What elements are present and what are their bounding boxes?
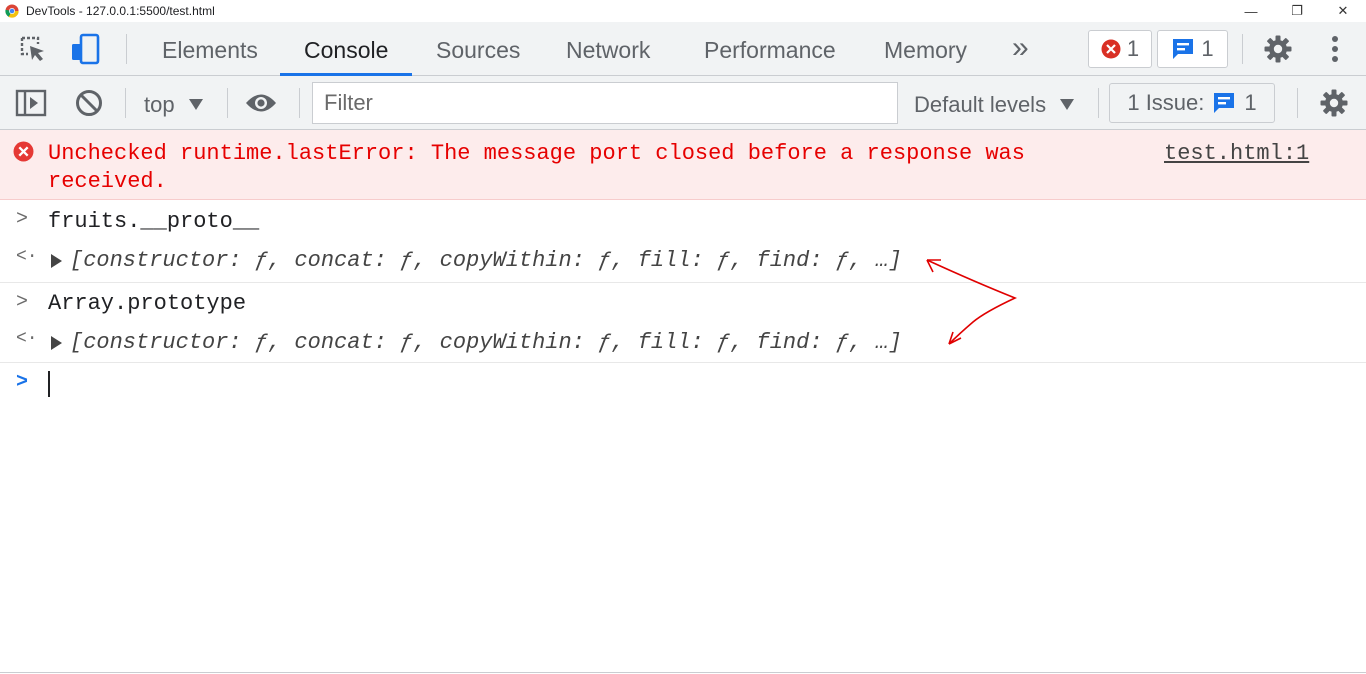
gear-icon	[1264, 35, 1292, 63]
live-expression-button[interactable]	[244, 86, 278, 120]
error-source-link[interactable]: test.html:1	[1164, 140, 1309, 168]
device-mode-icon	[72, 33, 100, 65]
issues-count: 1	[1244, 90, 1257, 115]
tab-memory[interactable]: Memory	[882, 22, 969, 75]
tab-sources[interactable]: Sources	[434, 22, 522, 75]
error-message-row: Unchecked runtime.lastError: The message…	[0, 130, 1366, 200]
dropdown-arrow-icon	[1060, 99, 1075, 110]
input-prompt-icon: >	[16, 291, 29, 314]
log-levels-dropdown[interactable]: Default levels	[914, 84, 1075, 122]
toolbar-divider	[1098, 88, 1099, 118]
device-toolbar-button[interactable]	[68, 32, 102, 66]
settings-button[interactable]	[1261, 32, 1295, 66]
window-title-bar: DevTools - 127.0.0.1:5500/test.html — ❐ …	[0, 0, 1366, 22]
more-tabs-button[interactable]: »	[1010, 22, 1031, 75]
console-settings-button[interactable]	[1317, 86, 1351, 120]
input-prompt-icon: >	[16, 208, 29, 231]
context-selector[interactable]: top	[144, 84, 203, 122]
annotation-arrows	[926, 259, 1018, 345]
tab-performance[interactable]: Performance	[702, 22, 838, 75]
console-input-text: fruits.__proto__	[48, 209, 260, 234]
result-arrow-icon: <·	[16, 247, 38, 267]
gear-icon	[1320, 89, 1348, 117]
log-levels-label: Default levels	[914, 92, 1047, 117]
console-messages[interactable]: Unchecked runtime.lastError: The message…	[0, 130, 1366, 674]
tab-network[interactable]: Network	[564, 22, 652, 75]
console-result-row: <· [constructor: ƒ, concat: ƒ, copyWithi…	[0, 241, 1366, 283]
show-sidebar-button[interactable]	[14, 86, 48, 120]
issues-button[interactable]: 1 Issue: 1	[1109, 83, 1275, 123]
console-input-text: Array.prototype	[48, 291, 247, 316]
issues-label: 1 Issue:	[1127, 90, 1205, 115]
toolbar-divider	[1297, 88, 1298, 118]
toolbar-divider	[299, 88, 300, 118]
kebab-menu-icon	[1332, 36, 1338, 62]
toolbar-divider	[125, 88, 126, 118]
restore-button[interactable]: ❐	[1274, 0, 1320, 22]
chrome-icon	[5, 4, 19, 18]
error-count: 1	[1126, 36, 1140, 61]
dropdown-arrow-icon	[188, 99, 203, 110]
result-arrow-icon: <·	[16, 329, 38, 349]
close-window-button[interactable]: ✕	[1320, 0, 1366, 22]
active-prompt-icon: >	[16, 371, 29, 394]
tab-elements[interactable]: Elements	[160, 22, 260, 75]
console-input-row: > fruits.__proto__	[0, 200, 1366, 241]
minimize-button[interactable]: —	[1228, 0, 1274, 22]
window-title: DevTools - 127.0.0.1:5500/test.html	[26, 4, 215, 18]
customize-menu-button[interactable]	[1318, 32, 1352, 66]
sidebar-toggle-icon	[15, 89, 47, 117]
bottom-border	[0, 672, 1366, 673]
issue-message-icon	[1214, 93, 1235, 113]
error-message-text: Unchecked runtime.lastError: The message…	[48, 141, 1025, 194]
clear-console-button[interactable]	[72, 86, 106, 120]
tab-console[interactable]: Console	[302, 22, 390, 75]
context-selector-label: top	[144, 92, 175, 117]
console-toolbar: top Default levels 1 Issue: 1	[0, 76, 1366, 130]
message-count: 1	[1201, 36, 1214, 61]
text-caret	[48, 371, 50, 397]
toolbar-divider	[227, 88, 228, 118]
console-result-text[interactable]: [constructor: ƒ, concat: ƒ, copyWithin: …	[70, 330, 902, 355]
console-input-row: > Array.prototype	[0, 283, 1366, 323]
devtools-main-toolbar: Elements Console Sources Network Perform…	[0, 22, 1366, 76]
filter-input[interactable]	[322, 83, 886, 123]
expand-triangle-icon[interactable]	[51, 336, 62, 350]
toolbar-divider	[126, 34, 127, 64]
clear-icon	[76, 90, 102, 116]
console-prompt-row[interactable]: >	[0, 363, 1366, 403]
message-icon	[1173, 39, 1194, 59]
console-result-row: <· [constructor: ƒ, concat: ƒ, copyWithi…	[0, 323, 1366, 363]
toolbar-divider	[1242, 34, 1243, 64]
inspect-element-button[interactable]	[16, 32, 50, 66]
expand-triangle-icon[interactable]	[51, 254, 62, 268]
message-count-button[interactable]: 1	[1157, 30, 1228, 68]
eye-icon	[246, 94, 276, 112]
error-count-button[interactable]: 1	[1088, 30, 1152, 68]
filter-field[interactable]	[312, 82, 898, 124]
error-icon	[1101, 39, 1121, 59]
error-icon	[13, 141, 34, 162]
inspect-cursor-icon	[20, 36, 44, 61]
console-result-text[interactable]: [constructor: ƒ, concat: ƒ, copyWithin: …	[70, 248, 902, 273]
